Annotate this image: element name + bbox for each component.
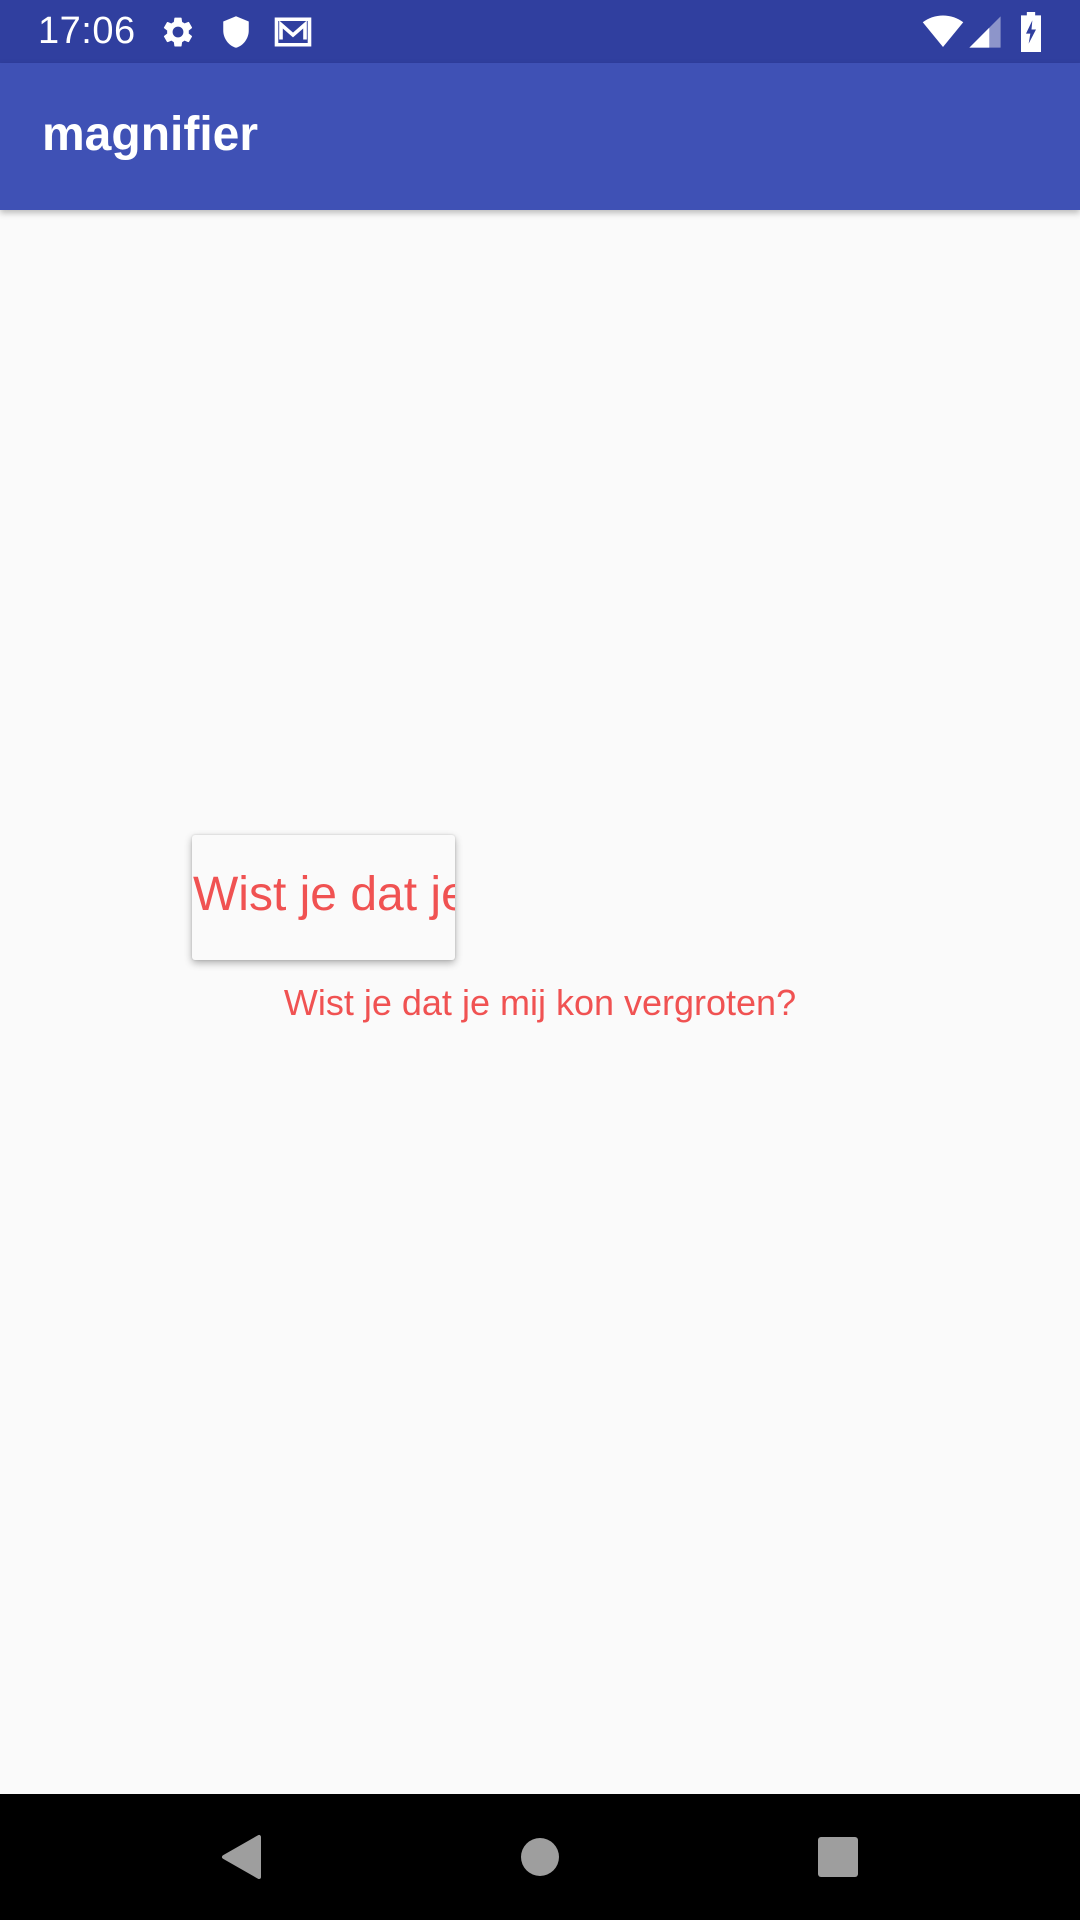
battery-charging-icon [1018, 12, 1044, 52]
magnified-text: Wist je dat je [193, 868, 455, 921]
wifi-icon [922, 14, 964, 50]
navigation-bar [0, 1794, 1080, 1920]
status-bar: 17:06 [0, 0, 1080, 63]
screen: 17:06 magnifier Wist je dat je Wist je d… [0, 0, 1080, 1920]
home-icon[interactable] [510, 1827, 570, 1887]
magnifier-window: Wist je dat je [192, 835, 455, 960]
shield-icon [218, 14, 254, 50]
magnifiable-text[interactable]: Wist je dat je mij kon vergroten? [0, 978, 1080, 1028]
back-icon[interactable] [212, 1827, 272, 1887]
status-time: 17:06 [38, 10, 136, 52]
signal-icon [968, 14, 1002, 50]
app-title: magnifier [42, 108, 259, 161]
recents-icon[interactable] [808, 1827, 868, 1887]
settings-icon [160, 14, 196, 50]
app-bar: magnifier [0, 63, 1080, 210]
mail-icon [273, 14, 313, 50]
